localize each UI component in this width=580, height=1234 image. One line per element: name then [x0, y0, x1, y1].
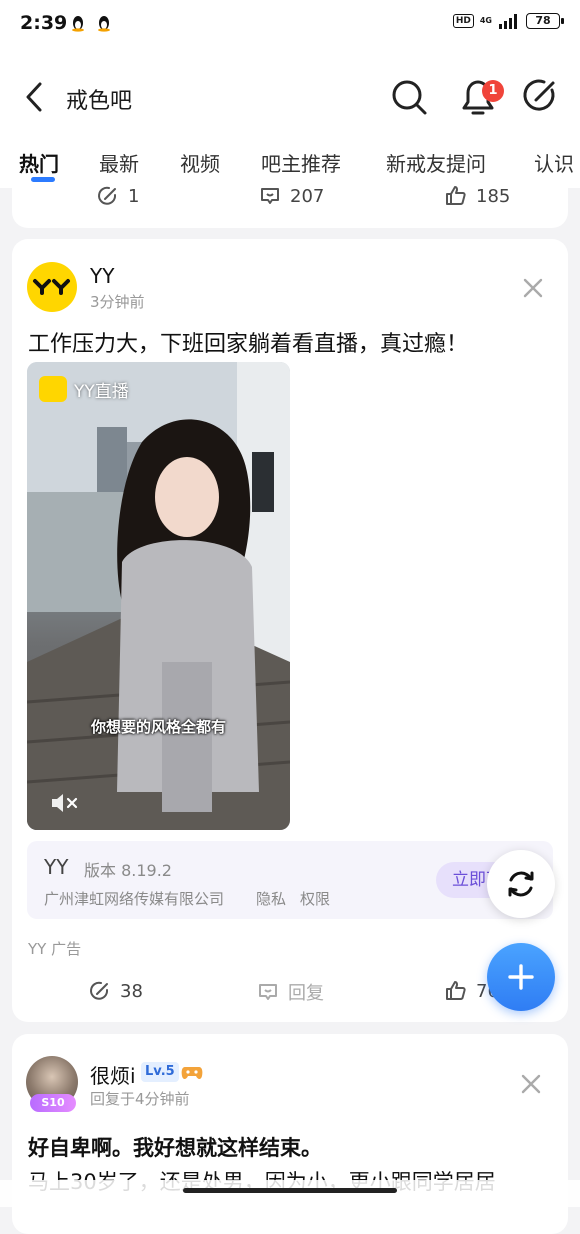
tab-hot[interactable]: 热门	[19, 148, 59, 177]
bottom-overlay	[0, 1180, 580, 1207]
signal-icon	[499, 14, 517, 29]
yy-logo-icon	[33, 279, 70, 295]
active-tab-indicator	[31, 177, 55, 182]
status-time: 2:39	[20, 12, 68, 34]
status-bar: 2:39 HD 4G 78	[0, 0, 580, 48]
video-caption: 你想要的风格全都有	[90, 718, 226, 736]
share-count: 38	[120, 980, 143, 1002]
permissions-link[interactable]: 权限	[300, 888, 330, 909]
like-count: 185	[476, 185, 511, 207]
new-post-button[interactable]	[487, 943, 555, 1011]
gamepad-icon	[181, 1067, 203, 1079]
plus-icon	[508, 964, 534, 990]
comment-icon	[259, 984, 277, 1000]
battery-icon: 78	[526, 13, 564, 29]
back-arrow-icon[interactable]	[22, 80, 50, 114]
share-action[interactable]: 38	[88, 979, 143, 1003]
tab-meet[interactable]: 认识	[534, 148, 574, 177]
level-badge: Lv.5	[141, 1062, 179, 1082]
page-title: 戒色吧	[66, 89, 133, 114]
like-action[interactable]: 185	[444, 184, 510, 208]
qq-penguin-icon	[98, 16, 110, 32]
app-name: YY	[44, 855, 69, 879]
reply-action[interactable]: 回复	[256, 979, 324, 1005]
tab-newcomer-questions[interactable]: 新戒友提问	[386, 148, 486, 177]
video-player[interactable]: YY直播 你想要的风格全都有	[27, 362, 290, 830]
post-author[interactable]: YY	[90, 264, 114, 288]
share-icon	[98, 186, 117, 205]
post-text[interactable]: 工作压力大，下班回家躺着看直播，真过瘾！	[28, 326, 468, 358]
refresh-button[interactable]	[487, 850, 555, 918]
comment-icon	[261, 188, 279, 204]
tab-admin-picks[interactable]: 吧主推荐	[261, 148, 341, 177]
hd-icon: HD	[452, 14, 474, 28]
comment-action[interactable]: 207	[258, 184, 324, 208]
close-icon[interactable]	[519, 1072, 543, 1096]
thumbs-up-icon	[446, 981, 466, 1000]
app-company: 广州津虹网络传媒有限公司	[44, 890, 225, 908]
tab-latest[interactable]: 最新	[99, 148, 139, 177]
post-author[interactable]: 很烦i	[90, 1060, 136, 1089]
search-icon[interactable]	[390, 78, 428, 116]
tab-video[interactable]: 视频	[180, 148, 220, 177]
app-version: 版本 8.19.2	[84, 861, 172, 880]
reply-label: 回复	[288, 983, 324, 1004]
ad-label: YY 广告	[28, 940, 82, 958]
share-count: 1	[128, 185, 140, 207]
mute-icon[interactable]	[49, 790, 79, 816]
share-icon	[90, 981, 109, 1000]
category-tabs: 热门 最新 视频 吧主推荐 新戒友提问 认识	[0, 144, 580, 188]
comment-count: 207	[290, 185, 325, 207]
refresh-icon	[508, 871, 534, 897]
close-icon[interactable]	[521, 276, 545, 300]
share-action[interactable]: 1	[96, 184, 139, 208]
network-label: 4G	[479, 16, 492, 25]
qq-penguin-icon	[72, 16, 84, 32]
post-title[interactable]: 好自卑啊。我好想就这样结束。	[28, 1132, 322, 1162]
video-frame	[27, 362, 290, 830]
avatar[interactable]	[27, 262, 77, 312]
post-time: 回复于4分钟前	[90, 1090, 190, 1108]
post-time: 3分钟前	[90, 293, 145, 311]
notification-badge: 1	[482, 80, 504, 102]
privacy-link[interactable]: 隐私	[256, 888, 286, 909]
yy-live-logo-icon	[39, 376, 67, 402]
video-source-label: YY直播	[74, 382, 129, 402]
avatar-badge: S10	[30, 1094, 76, 1112]
home-indicator[interactable]	[183, 1188, 397, 1193]
compose-icon[interactable]	[522, 76, 560, 116]
thumbs-up-icon	[446, 186, 466, 205]
